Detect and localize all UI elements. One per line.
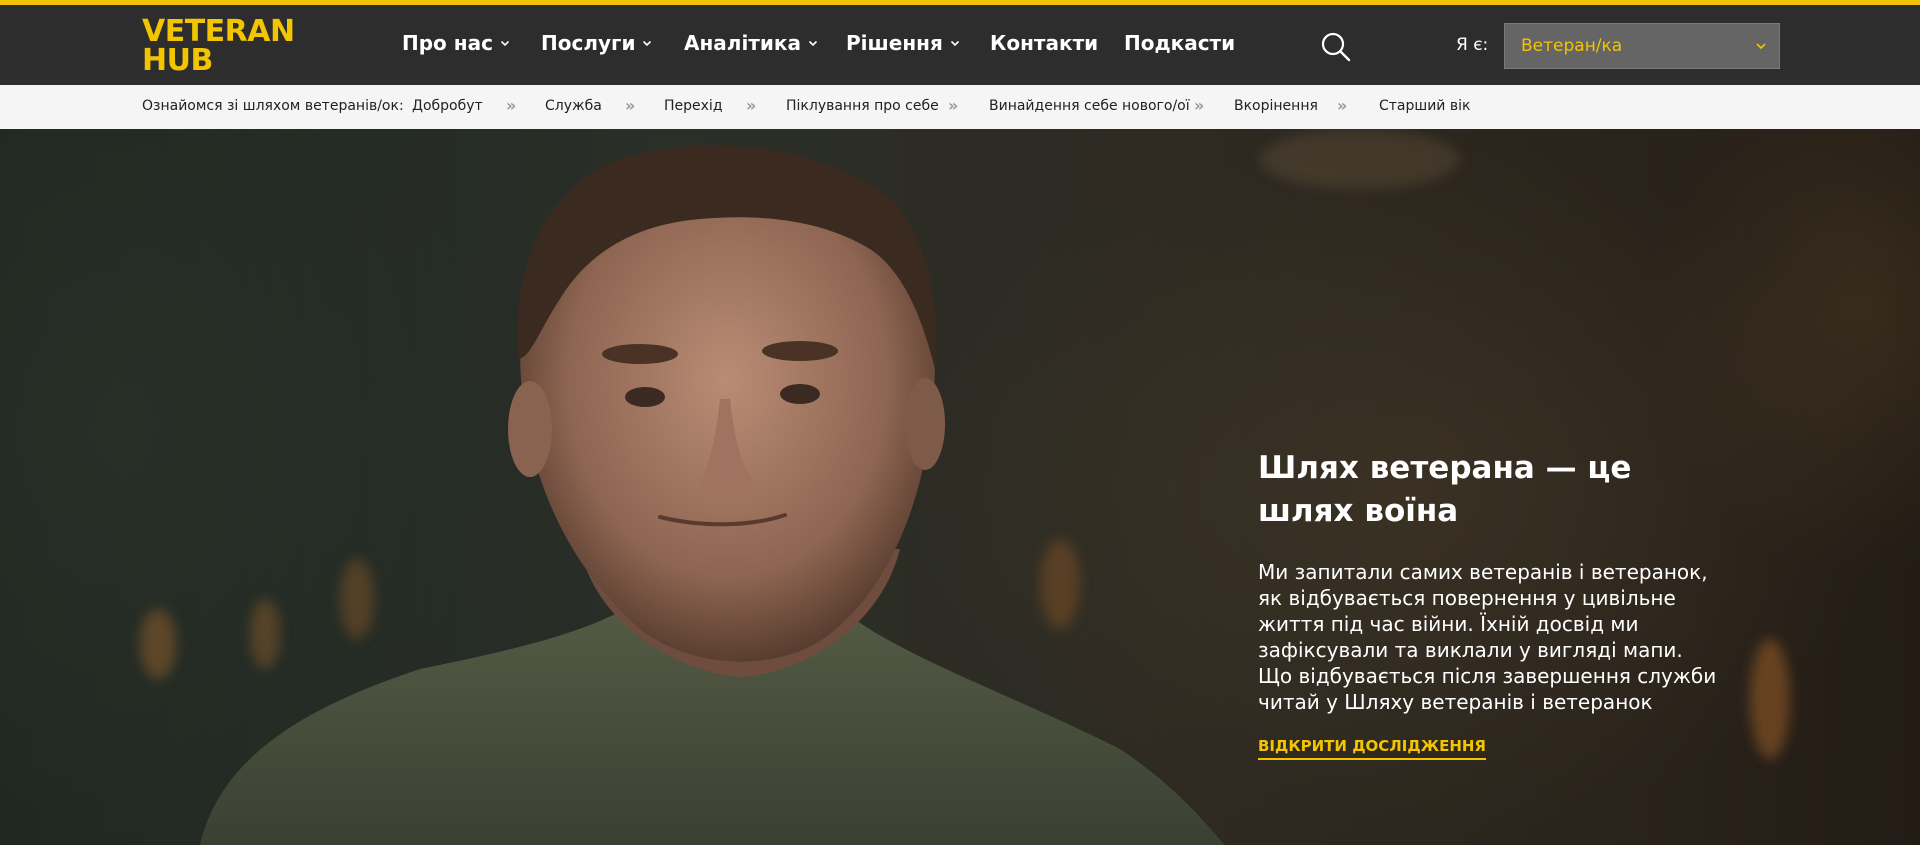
chevron-down-icon (1756, 43, 1766, 50)
chevron-down-icon (500, 40, 510, 47)
nav-label: Рішення (846, 31, 943, 55)
path-separator-icon: » (506, 96, 516, 115)
logo-line-1: VETERAN (142, 14, 295, 49)
nav-item-services[interactable]: Послуги (541, 31, 652, 55)
chevron-down-icon (808, 40, 818, 47)
logo[interactable]: VETERAN HUB (142, 14, 295, 78)
path-separator-icon: » (1194, 96, 1204, 115)
path-separator-icon: » (746, 96, 756, 115)
site-header: VETERAN HUB Про нас Послуги Аналітика Рі… (0, 5, 1920, 85)
hero-description: Ми запитали самих ветеранів і ветеранок,… (1258, 560, 1717, 714)
hero-title: Шлях ветерана — це шлях воїна (1258, 450, 1632, 529)
path-separator-icon: » (1337, 96, 1347, 115)
iam-select[interactable]: Ветеран/ка (1504, 23, 1780, 69)
search-icon[interactable] (1320, 31, 1352, 63)
nav-label: Про нас (402, 31, 493, 55)
path-step-wellbeing[interactable]: Добробут (412, 98, 483, 114)
chevron-down-icon (643, 40, 652, 47)
nav-item-podcasts[interactable]: Подкасти (1124, 31, 1235, 55)
nav-label: Аналітика (684, 31, 801, 55)
nav-label: Контакти (990, 31, 1099, 55)
path-step-service[interactable]: Служба (545, 98, 602, 114)
nav-item-about[interactable]: Про нас (402, 31, 510, 55)
nav-label: Подкасти (1124, 31, 1236, 55)
path-separator-icon: » (625, 96, 635, 115)
open-research-link[interactable]: ВІДКРИТИ ДОСЛІДЖЕННЯ (1258, 737, 1486, 760)
logo-line-2: HUB (142, 43, 213, 78)
nav-item-analytics[interactable]: Аналітика (684, 31, 818, 55)
path-step-reinvention[interactable]: Винайдення себе нового/ої (989, 98, 1190, 114)
path-bar-label: Ознайомся зі шляхом ветеранів/ок: (142, 98, 404, 114)
nav-label: Послуги (541, 31, 636, 55)
path-step-self-care[interactable]: Піклування про себе (786, 98, 939, 114)
hero-text-block: Шлях ветерана — це шлях воїна Ми запитал… (1258, 447, 1718, 760)
nav-item-solutions[interactable]: Рішення (846, 31, 960, 55)
hero-section: Шлях ветерана — це шлях воїна Ми запитал… (0, 129, 1920, 845)
iam-select-value: Ветеран/ка (1521, 36, 1623, 56)
nav-item-contacts[interactable]: Контакти (990, 31, 1098, 55)
path-step-transition[interactable]: Перехід (664, 98, 723, 114)
iam-label: Я є: (1456, 35, 1489, 55)
path-step-rooting[interactable]: Вкорінення (1234, 98, 1318, 114)
chevron-down-icon (950, 40, 959, 47)
path-step-old-age[interactable]: Старший вік (1379, 98, 1470, 114)
veteran-path-bar: Ознайомся зі шляхом ветеранів/ок: Доброб… (0, 85, 1920, 129)
path-separator-icon: » (948, 96, 958, 115)
